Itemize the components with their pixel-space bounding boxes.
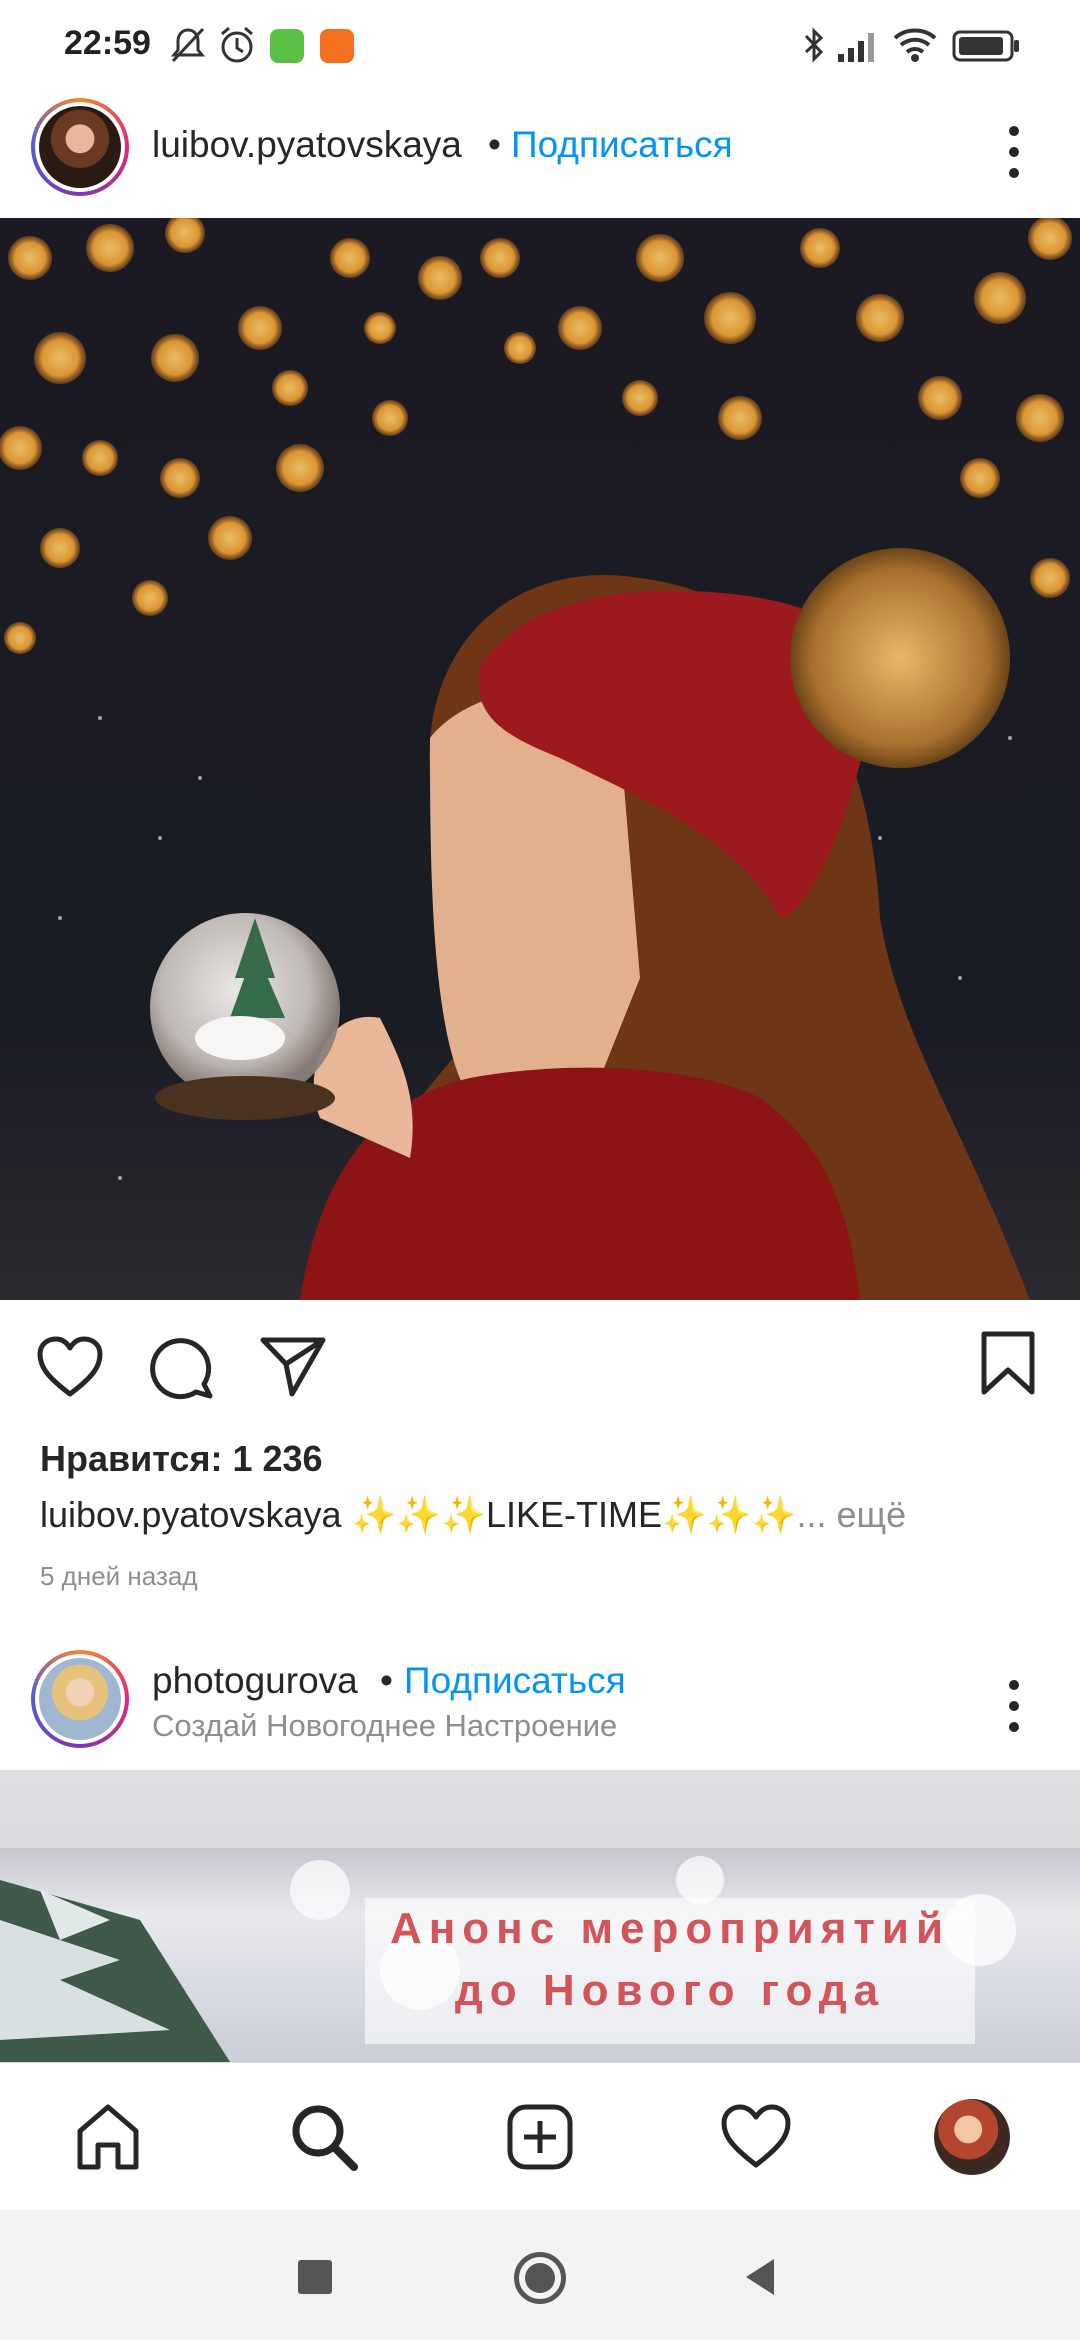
caption-username[interactable]: luibov.pyatovskaya [40, 1494, 342, 1535]
post-header: luibov.pyatovskaya • Подписаться [0, 90, 1080, 218]
separator-dot-2: • [380, 1660, 393, 1701]
more-options-icon[interactable] [1008, 126, 1020, 178]
bottom-navigation [0, 2062, 1080, 2210]
post-caption: luibov.pyatovskaya ✨✨✨LIKE-TIME✨✨✨... ещ… [40, 1494, 906, 1536]
separator-dot: • [488, 124, 501, 165]
announcement-overlay: Анонс мероприятий до Нового года [365, 1898, 975, 2044]
follow-button-2[interactable]: Подписаться [404, 1660, 626, 1702]
back-button[interactable] [742, 2256, 778, 2298]
caption-more-link[interactable]: ... ещё [796, 1494, 906, 1535]
mute-icon [170, 27, 206, 63]
app-notification-icon [270, 29, 304, 63]
caption-text: ✨✨✨LIKE-TIME✨✨✨ [341, 1494, 797, 1535]
home-icon[interactable] [70, 2099, 146, 2175]
comment-icon[interactable] [148, 1334, 214, 1400]
status-bar: 22:59 [0, 0, 1080, 90]
post-image-2[interactable]: Анонс мероприятий до Нового года [0, 1770, 1080, 2062]
battery-icon [952, 30, 1019, 62]
new-post-icon[interactable] [502, 2099, 578, 2175]
save-bookmark-icon[interactable] [980, 1330, 1036, 1396]
post-timestamp: 5 дней назад [40, 1561, 198, 1591]
post-username-2[interactable]: photogurova [152, 1660, 358, 1702]
alarm-icon [221, 26, 253, 63]
system-navigation-bar [0, 2210, 1080, 2340]
bluetooth-icon [804, 27, 824, 63]
user-avatar[interactable] [31, 98, 129, 196]
home-button[interactable] [514, 2252, 566, 2304]
like-heart-icon[interactable] [36, 1336, 104, 1398]
announcement-line-1: Анонс мероприятий [389, 1904, 951, 1953]
activity-icon[interactable] [718, 2099, 794, 2175]
follow-button[interactable]: Подписаться [511, 124, 733, 166]
post-subtitle-2[interactable]: Создай Новогоднее Настроение [152, 1708, 617, 1744]
mi-icon [320, 29, 354, 63]
wifi-icon [893, 28, 937, 62]
post-image-art [0, 218, 1080, 1300]
post-header-2: photogurova • Подписаться Создай Новогод… [0, 1640, 1080, 1770]
user-avatar-2[interactable] [31, 1650, 129, 1748]
share-send-icon[interactable] [260, 1336, 326, 1398]
profile-avatar[interactable] [934, 2099, 1010, 2175]
like-count[interactable]: Нравится: 1 236 [40, 1438, 323, 1480]
signal-icon [838, 33, 874, 62]
announcement-line-2: до Нового года [454, 1966, 886, 2015]
more-options-icon-2[interactable] [1008, 1680, 1020, 1732]
status-time: 22:59 [64, 24, 151, 62]
recents-button[interactable] [298, 2260, 332, 2294]
search-icon[interactable] [286, 2099, 362, 2175]
post-username[interactable]: luibov.pyatovskaya [152, 124, 462, 166]
post-image[interactable] [0, 218, 1080, 1300]
